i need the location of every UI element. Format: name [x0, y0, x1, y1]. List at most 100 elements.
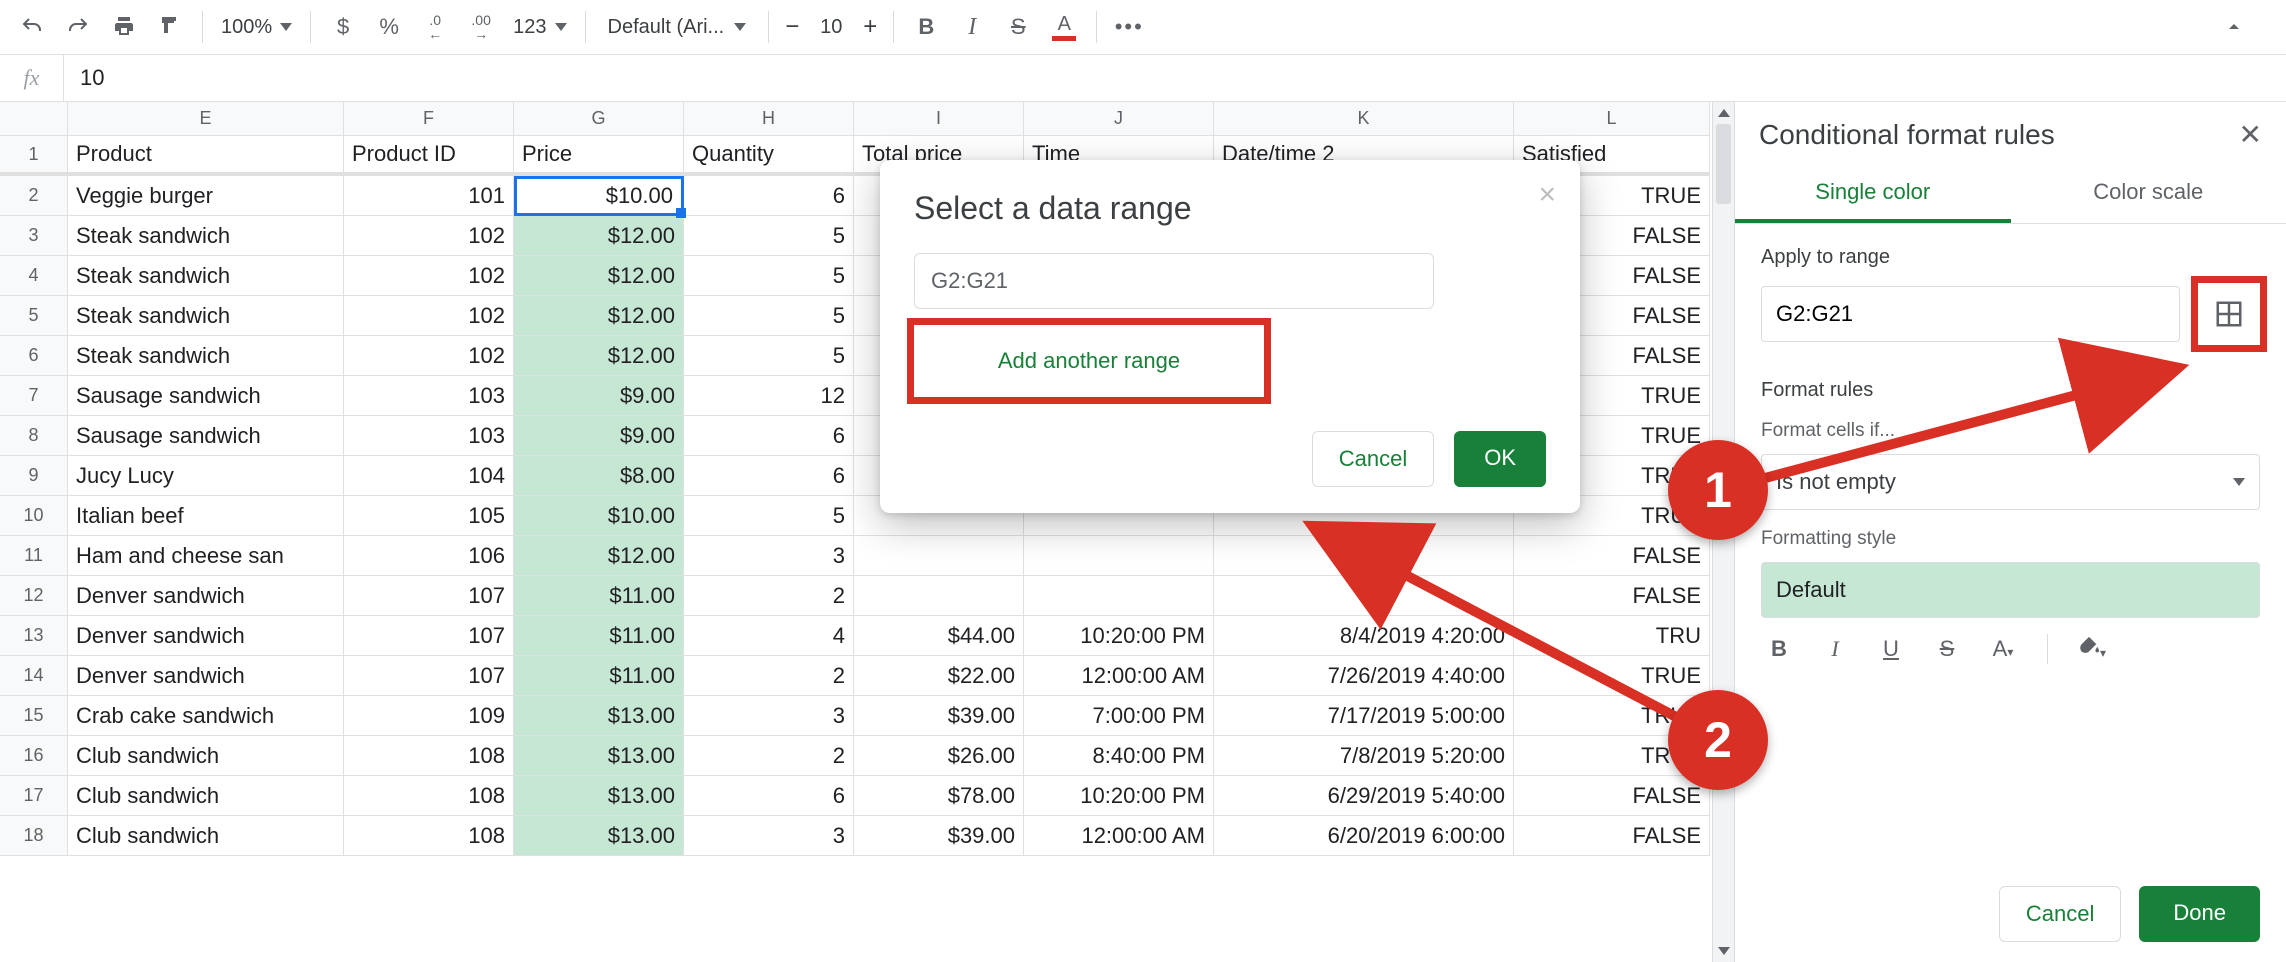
- add-another-range-button[interactable]: Add another range: [914, 325, 1264, 397]
- cell[interactable]: $78.00: [854, 776, 1024, 816]
- cell[interactable]: Veggie burger: [68, 176, 344, 216]
- cell[interactable]: 108: [344, 776, 514, 816]
- zoom-dropdown[interactable]: 100%: [213, 16, 300, 39]
- apply-range-input[interactable]: [1761, 286, 2180, 342]
- increase-decimal-button[interactable]: .00→: [459, 7, 503, 47]
- cell[interactable]: 4: [684, 616, 854, 656]
- row-header[interactable]: 6: [0, 336, 68, 376]
- cell[interactable]: 12:00:00 AM: [1024, 816, 1214, 856]
- cell[interactable]: $13.00: [514, 736, 684, 776]
- cell[interactable]: 102: [344, 216, 514, 256]
- font-dropdown[interactable]: Default (Ari...: [596, 16, 759, 39]
- text-color-button[interactable]: A: [1042, 7, 1086, 47]
- cell[interactable]: Product ID: [344, 136, 514, 176]
- cell[interactable]: FALSE: [1514, 776, 1710, 816]
- cell[interactable]: Club sandwich: [68, 736, 344, 776]
- cell[interactable]: 6: [684, 456, 854, 496]
- cell[interactable]: Quantity: [684, 136, 854, 176]
- font-size-stepper[interactable]: − 10 +: [779, 13, 883, 41]
- cell[interactable]: 7/8/2019 5:20:00: [1214, 736, 1514, 776]
- condition-dropdown[interactable]: Is not empty: [1761, 454, 2260, 510]
- cell[interactable]: 101: [344, 176, 514, 216]
- cell[interactable]: $13.00: [514, 816, 684, 856]
- cancel-button[interactable]: Cancel: [1312, 431, 1434, 487]
- cell[interactable]: $12.00: [514, 296, 684, 336]
- cell[interactable]: [1214, 576, 1514, 616]
- row-header[interactable]: 10: [0, 496, 68, 536]
- close-icon[interactable]: ✕: [2239, 118, 2262, 151]
- cell[interactable]: [1024, 536, 1214, 576]
- cell[interactable]: 6: [684, 776, 854, 816]
- row-header[interactable]: 9: [0, 456, 68, 496]
- col-header[interactable]: E: [68, 102, 344, 136]
- cell[interactable]: Steak sandwich: [68, 336, 344, 376]
- bold-button[interactable]: B: [1761, 636, 1797, 662]
- tab-single-color[interactable]: Single color: [1735, 161, 2011, 223]
- cell[interactable]: 8:40:00 PM: [1024, 736, 1214, 776]
- cell[interactable]: 6/20/2019 6:00:00: [1214, 816, 1514, 856]
- cell[interactable]: $8.00: [514, 456, 684, 496]
- cell[interactable]: TRUE: [1514, 656, 1710, 696]
- redo-button[interactable]: [56, 7, 100, 47]
- cell[interactable]: 7/17/2019 5:00:00: [1214, 696, 1514, 736]
- text-color-button[interactable]: A▾: [1985, 636, 2021, 662]
- cell[interactable]: 3: [684, 696, 854, 736]
- cell[interactable]: $13.00: [514, 776, 684, 816]
- cell[interactable]: 5: [684, 296, 854, 336]
- cell[interactable]: Club sandwich: [68, 776, 344, 816]
- scroll-down-icon[interactable]: [1713, 940, 1734, 962]
- cell[interactable]: 108: [344, 816, 514, 856]
- row-header[interactable]: 14: [0, 656, 68, 696]
- cell[interactable]: 106: [344, 536, 514, 576]
- cell[interactable]: Ham and cheese san: [68, 536, 344, 576]
- collapse-toolbar-button[interactable]: [2212, 7, 2256, 47]
- cell[interactable]: 102: [344, 296, 514, 336]
- cell[interactable]: 103: [344, 416, 514, 456]
- cell[interactable]: Denver sandwich: [68, 616, 344, 656]
- cell[interactable]: 12: [684, 376, 854, 416]
- cell[interactable]: 107: [344, 576, 514, 616]
- cell[interactable]: Sausage sandwich: [68, 416, 344, 456]
- col-header[interactable]: L: [1514, 102, 1710, 136]
- cell[interactable]: $22.00: [854, 656, 1024, 696]
- vertical-scrollbar[interactable]: [1712, 102, 1734, 962]
- row-header[interactable]: 1: [0, 136, 68, 176]
- row-header[interactable]: 7: [0, 376, 68, 416]
- col-header[interactable]: F: [344, 102, 514, 136]
- cell[interactable]: 102: [344, 256, 514, 296]
- cell[interactable]: 8/4/2019 4:20:00: [1214, 616, 1514, 656]
- currency-button[interactable]: $: [321, 7, 365, 47]
- cell[interactable]: $10.00: [514, 176, 684, 216]
- formula-input[interactable]: 10: [64, 65, 2286, 91]
- fill-color-button[interactable]: ▾: [2074, 635, 2110, 663]
- undo-button[interactable]: [10, 7, 54, 47]
- cell[interactable]: 105: [344, 496, 514, 536]
- cell[interactable]: Sausage sandwich: [68, 376, 344, 416]
- col-header[interactable]: I: [854, 102, 1024, 136]
- cell[interactable]: $11.00: [514, 656, 684, 696]
- row-header[interactable]: 4: [0, 256, 68, 296]
- select-all-corner[interactable]: [0, 102, 68, 136]
- done-button[interactable]: Done: [2139, 886, 2260, 942]
- cell[interactable]: 12:00:00 AM: [1024, 656, 1214, 696]
- cell[interactable]: [854, 536, 1024, 576]
- row-header[interactable]: 3: [0, 216, 68, 256]
- col-header[interactable]: K: [1214, 102, 1514, 136]
- cell[interactable]: Steak sandwich: [68, 296, 344, 336]
- cell[interactable]: $10.00: [514, 496, 684, 536]
- col-header[interactable]: J: [1024, 102, 1214, 136]
- cell[interactable]: $39.00: [854, 816, 1024, 856]
- cell[interactable]: [1024, 576, 1214, 616]
- paint-format-button[interactable]: [148, 7, 192, 47]
- row-header[interactable]: 17: [0, 776, 68, 816]
- cell[interactable]: 107: [344, 656, 514, 696]
- print-button[interactable]: [102, 7, 146, 47]
- cell[interactable]: 6: [684, 176, 854, 216]
- cell[interactable]: 10:20:00 PM: [1024, 776, 1214, 816]
- cell[interactable]: Denver sandwich: [68, 576, 344, 616]
- underline-button[interactable]: U: [1873, 636, 1909, 662]
- row-header[interactable]: 18: [0, 816, 68, 856]
- cell[interactable]: 2: [684, 576, 854, 616]
- more-tools-button[interactable]: •••: [1107, 7, 1151, 47]
- cell[interactable]: $12.00: [514, 536, 684, 576]
